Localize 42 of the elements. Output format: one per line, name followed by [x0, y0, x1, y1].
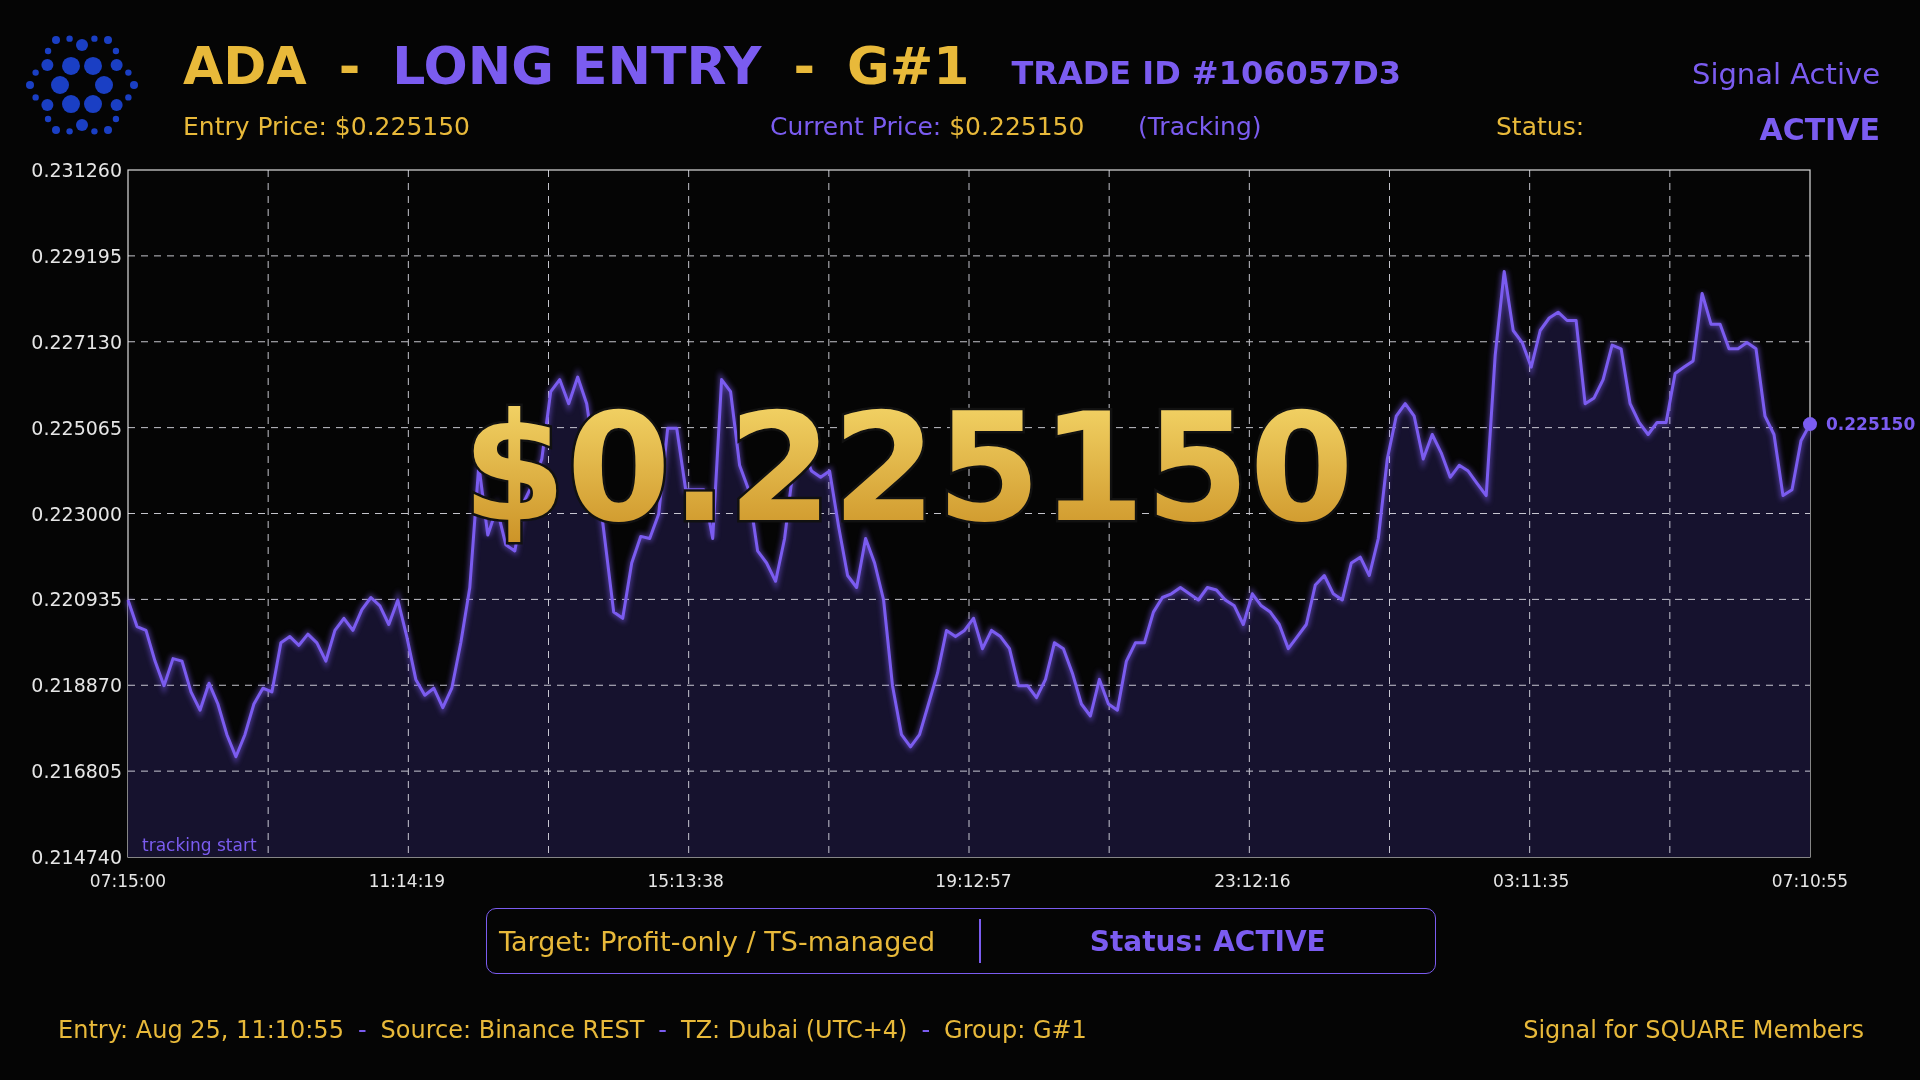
footer-text: - [658, 1016, 667, 1044]
tracking-label: (Tracking) [1138, 112, 1263, 143]
title-text: - [793, 36, 815, 96]
entry-price: Entry Price: $0.225150 [183, 112, 471, 143]
footer-text: TZ: Dubai (UTC+4) [681, 1016, 908, 1044]
panel-status: Status: ACTIVE [1088, 924, 1327, 958]
axis-label: 0.229195 [31, 244, 122, 267]
axis-label: 23:12:16 [1214, 871, 1291, 891]
footer-text: - [357, 1016, 367, 1044]
title-text: - [338, 36, 361, 96]
axis-label: 19:12:57 [935, 871, 1012, 891]
trade-id: TRADE ID #106057D3 [1011, 54, 1402, 92]
axis-label: 0.227130 [31, 330, 122, 353]
axis-label: 07:10:55 [1771, 871, 1849, 891]
status-label: Status: [1496, 112, 1586, 143]
current-price-label: Current Price: [770, 112, 942, 141]
status-value: ACTIVE [1758, 112, 1880, 147]
price-label: 0.225150 [1826, 414, 1916, 435]
axis-label: 03:11:35 [1493, 871, 1570, 891]
title-text: ADA [183, 36, 307, 96]
axis-label: 0.225065 [31, 416, 122, 439]
footer-text: Group: G#1 [944, 1016, 1087, 1044]
tracking-start-label: tracking start [142, 835, 257, 855]
footer-text: Entry: Aug 25, 11:10:55 [58, 1016, 344, 1044]
price-dot [1803, 417, 1817, 432]
current-price: $0.225150 [949, 112, 1085, 141]
axis-label: 0.214740 [31, 846, 122, 868]
axis-label: 0.231260 [31, 159, 122, 181]
footer-text: - [921, 1016, 931, 1044]
axis-label: 0.220935 [31, 588, 122, 611]
signal-state: Signal Active [1692, 57, 1880, 91]
title-text: LONG ENTRY [392, 36, 762, 96]
axis-label: 0.223000 [31, 502, 122, 525]
axis-label: 0.218870 [31, 674, 122, 697]
axis-label: 15:13:38 [647, 871, 724, 891]
footer-note: Signal for SQUARE Members [1523, 1016, 1864, 1044]
axis-label: 0.216805 [31, 760, 122, 783]
axis-label: 11:14:19 [368, 871, 445, 891]
footer-text: Source: Binance REST [380, 1016, 645, 1044]
axis-label: 07:15:00 [89, 871, 167, 891]
title-text: G#1 [847, 36, 970, 96]
target-text: Target: Profit-only / TS-managed [499, 925, 937, 957]
